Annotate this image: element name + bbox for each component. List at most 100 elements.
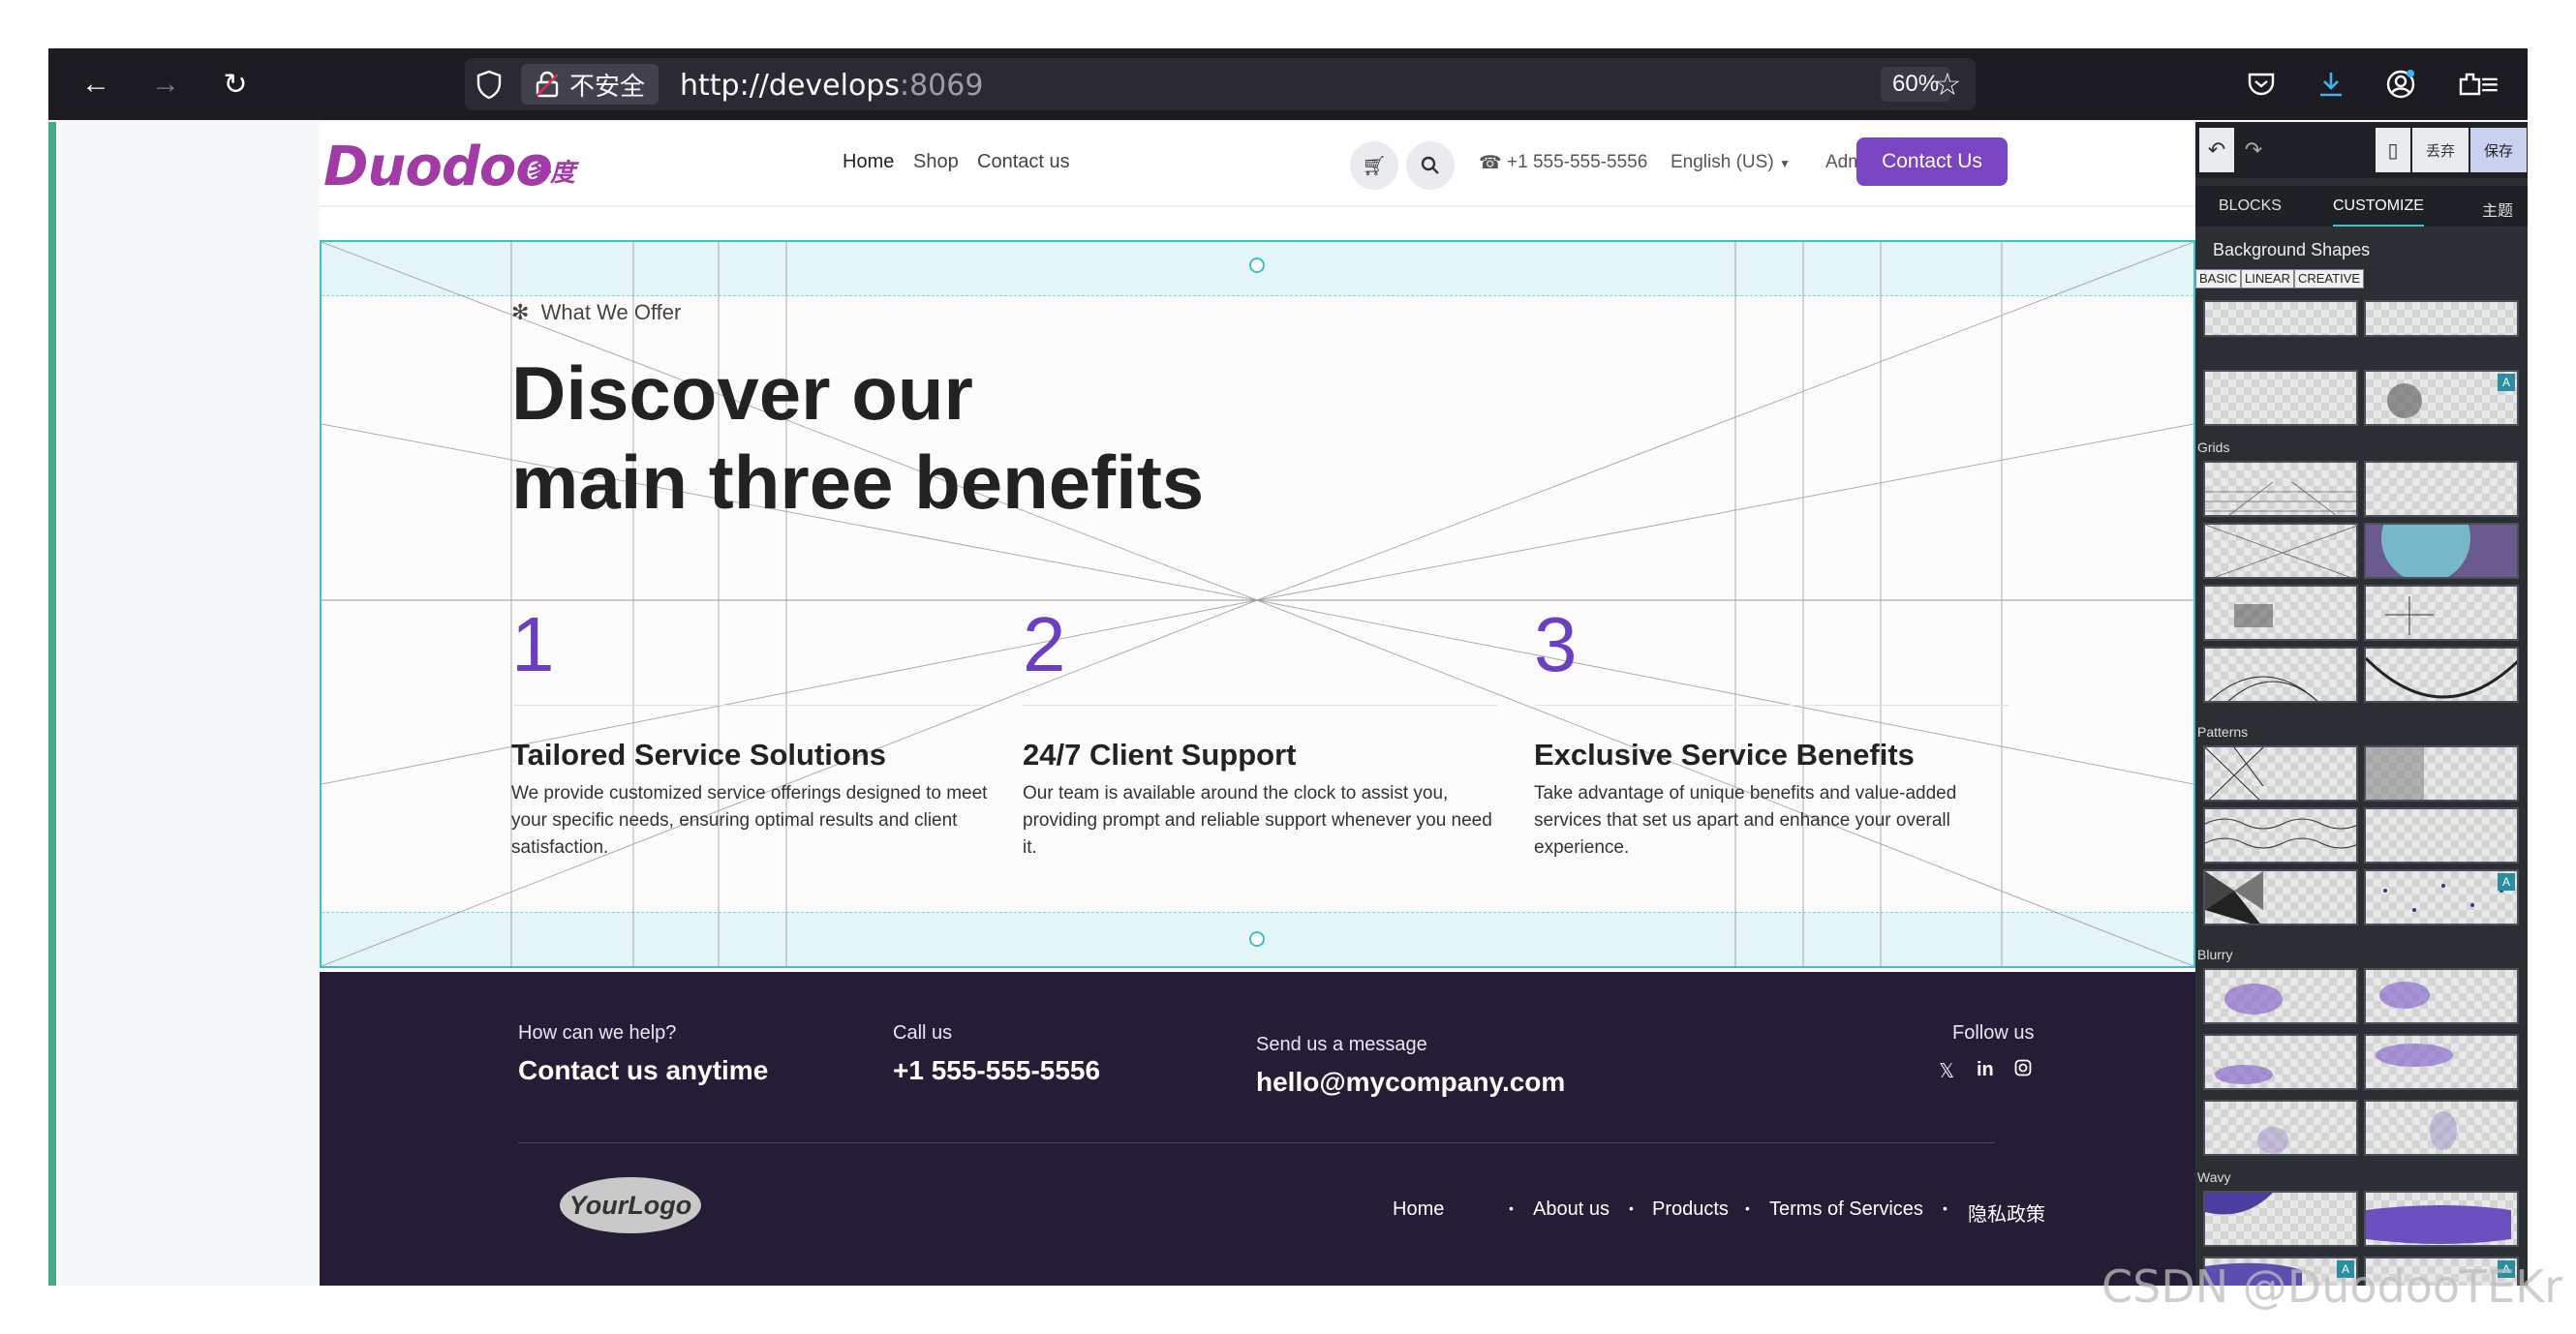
footer-logo[interactable]: YourLogo (560, 1177, 701, 1233)
section-eyebrow: ✻ What We Offer (511, 300, 681, 325)
shape-thumbnail[interactable] (2203, 523, 2358, 579)
group-patterns-label: Patterns (2197, 724, 2249, 740)
asterisk-icon: ✻ (511, 300, 530, 324)
shape-thumbnail[interactable] (2364, 647, 2519, 703)
lock-insecure-icon (536, 71, 559, 98)
downloads-icon[interactable] (2309, 62, 2353, 106)
section-heading-line2: main three benefits (511, 440, 1205, 525)
pocket-icon[interactable] (2239, 62, 2284, 106)
website-editor-panel: ↶ ↷ ▯ 丢弃 保存 BLOCKS CUSTOMIZE 主题 Backgrou… (2195, 122, 2528, 1286)
shape-thumbnail[interactable] (2364, 745, 2519, 802)
benefit-title: Exclusive Service Benefits (1534, 738, 1915, 772)
shape-thumbnail[interactable] (2203, 968, 2358, 1024)
site-logo[interactable]: Duodoo (323, 136, 553, 198)
shape-thumbnail[interactable] (2203, 370, 2358, 426)
shape-category-tabs: BASIC LINEAR CREATIVE (2195, 269, 2365, 288)
redo-icon[interactable]: ↷ (2236, 128, 2271, 172)
footer-call-label: Call us (893, 1022, 953, 1044)
contact-us-button[interactable]: Contact Us (1856, 137, 2008, 186)
bookmark-star-icon[interactable]: ☆ (1925, 62, 1970, 106)
undo-icon[interactable]: ↶ (2199, 128, 2234, 172)
site-logo-cn: 多度 (525, 158, 576, 187)
footer-link-privacy[interactable]: 隐私政策 (1968, 1198, 2045, 1227)
shape-thumbnail[interactable] (2364, 585, 2519, 641)
shape-thumbnail[interactable] (2364, 807, 2519, 864)
back-icon[interactable]: ← (74, 62, 118, 106)
shape-thumbnail[interactable] (2203, 807, 2358, 864)
shape-thumbnail[interactable] (2364, 300, 2519, 337)
tab-theme[interactable]: 主题 (2482, 197, 2513, 221)
nav-contact[interactable]: Contact us (977, 151, 1070, 173)
shape-thumbnail[interactable] (2203, 1034, 2358, 1090)
shape-thumbnail[interactable] (2203, 869, 2358, 925)
group-blurry-label: Blurry (2197, 947, 2233, 962)
benefit-title: Tailored Service Solutions (511, 738, 887, 772)
shape-thumbnail[interactable] (2203, 647, 2358, 703)
editor-left-edge (48, 122, 56, 1286)
shape-thumbnail[interactable] (2203, 1191, 2358, 1247)
animated-badge: A (2498, 374, 2515, 391)
shape-thumbnail[interactable] (2203, 585, 2358, 641)
mobile-preview-icon[interactable]: ▯ (2376, 128, 2410, 172)
subtab-linear[interactable]: LINEAR (2241, 269, 2294, 288)
footer-call-value[interactable]: +1 555-555-5556 (893, 1055, 1100, 1086)
resize-handle-bottom[interactable] (1249, 931, 1265, 947)
subtab-basic[interactable]: BASIC (2195, 269, 2242, 288)
group-wavy-label: Wavy (2197, 1169, 2231, 1185)
tab-blocks[interactable]: BLOCKS (2219, 197, 2282, 215)
shape-thumbnail[interactable] (2364, 461, 2519, 517)
save-button[interactable]: 保存 (2470, 128, 2527, 172)
discard-button[interactable]: 丢弃 (2412, 128, 2469, 172)
group-grids-label: Grids (2197, 440, 2230, 455)
forward-icon[interactable]: → (143, 62, 188, 106)
tab-customize[interactable]: CUSTOMIZE (2333, 197, 2424, 227)
footer-link-terms[interactable]: Terms of Services (1769, 1198, 1923, 1221)
footer-follow-label: Follow us (1952, 1022, 2035, 1044)
resize-handle-top[interactable] (1249, 258, 1265, 273)
shape-thumbnail[interactable] (2364, 1034, 2519, 1090)
url-text[interactable]: http://develops:8069 (680, 69, 983, 103)
address-bar[interactable]: 不安全 http://develops:8069 60% ☆ (465, 58, 1976, 110)
benefit-number: 3 (1534, 601, 1578, 687)
footer-bullet: • (1629, 1200, 1634, 1216)
shield-icon[interactable] (467, 62, 511, 106)
caret-down-icon: ▼ (1778, 157, 1791, 170)
search-icon[interactable] (1406, 141, 1455, 190)
nav-shop[interactable]: Shop (913, 151, 959, 173)
footer-message-label: Send us a message (1256, 1034, 1427, 1055)
shape-thumbnail[interactable] (2364, 968, 2519, 1024)
language-label: English (US) (1671, 152, 1774, 172)
footer-link-home[interactable]: Home (1393, 1198, 1444, 1221)
reload-icon[interactable]: ↻ (213, 62, 258, 106)
footer-link-products[interactable]: Products (1652, 1198, 1729, 1221)
language-selector[interactable]: English (US) ▼ (1671, 152, 1791, 173)
cart-icon[interactable]: 🛒︎ (1350, 141, 1398, 190)
linkedin-icon[interactable]: in (1977, 1059, 1994, 1081)
instagram-icon[interactable] (2014, 1059, 2032, 1082)
animated-badge: A (2498, 873, 2515, 891)
app-menu-icon[interactable]: ≡ (2468, 62, 2512, 106)
shape-thumbnail[interactable]: A (2364, 869, 2519, 925)
browser-window: ← → ↻ 不安全 http://develops:8069 60% ☆ ≡ D… (48, 48, 2528, 1286)
shape-thumbnail[interactable] (2203, 300, 2358, 337)
shape-thumbnail-selected[interactable] (2364, 523, 2519, 579)
header-phone[interactable]: +1 555-555-5556 (1507, 152, 1647, 173)
x-twitter-icon[interactable]: 𝕏 (1939, 1059, 1954, 1083)
benefits-section[interactable]: ✻ What We Offer Discover our main three … (320, 240, 2195, 968)
footer-link-about[interactable]: About us (1533, 1198, 1610, 1221)
footer-bullet: • (1943, 1200, 1947, 1216)
connection-not-secure[interactable]: 不安全 (521, 64, 659, 105)
shape-thumbnail[interactable] (2364, 1191, 2519, 1247)
nav-home[interactable]: Home (843, 151, 894, 173)
shape-thumbnail[interactable] (2203, 745, 2358, 802)
shape-thumbnail[interactable] (2203, 461, 2358, 517)
subtab-creative[interactable]: CREATIVE (2293, 269, 2365, 288)
shape-thumbnail[interactable] (2364, 1100, 2519, 1156)
footer-help-value[interactable]: Contact us anytime (518, 1055, 768, 1086)
benefit-number: 2 (1023, 601, 1066, 687)
benefit-description: We provide customized service offerings … (511, 783, 988, 858)
shape-thumbnail[interactable] (2203, 1100, 2358, 1156)
footer-message-value[interactable]: hello@mycompany.com (1256, 1067, 1565, 1098)
account-icon[interactable] (2378, 62, 2423, 106)
shape-thumbnail[interactable]: A (2364, 370, 2519, 426)
